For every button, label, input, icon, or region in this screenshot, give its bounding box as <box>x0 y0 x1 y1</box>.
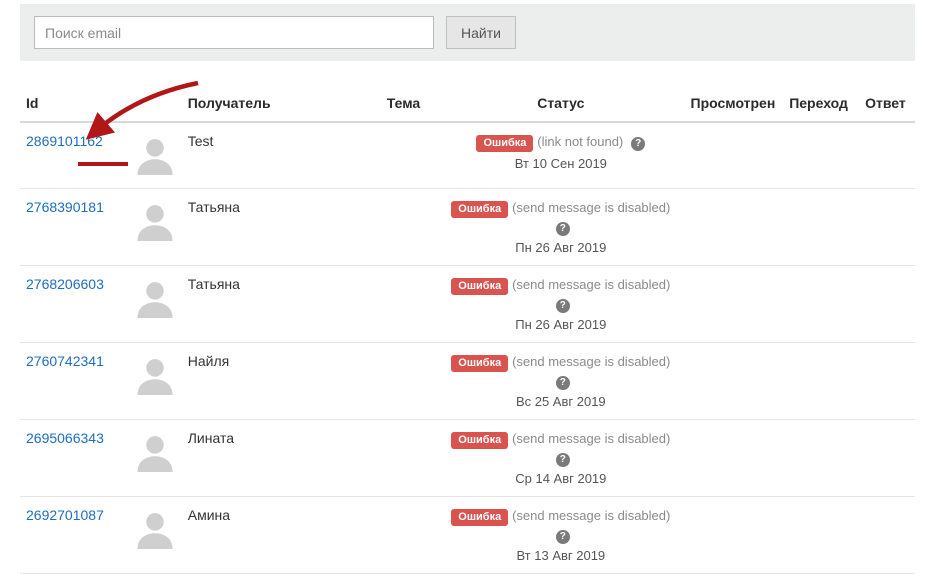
subject-cell <box>370 420 437 497</box>
reply-cell <box>856 266 915 343</box>
status-date: Вт 10 Сен 2019 <box>443 156 678 171</box>
status-badge: Ошибка <box>451 509 508 526</box>
col-viewed: Просмотрен <box>685 87 782 122</box>
status-note: (send message is disabled) <box>512 431 670 446</box>
id-link[interactable]: 2869101162 <box>26 133 103 149</box>
reply-cell <box>856 343 915 420</box>
help-icon[interactable]: ? <box>556 222 570 236</box>
table-row: 2768206603 Татьяна Ошибка (send message is… <box>20 266 915 343</box>
help-icon[interactable]: ? <box>631 137 645 151</box>
id-link[interactable]: 2760742341 <box>26 353 104 369</box>
status-badge: Ошибка <box>476 135 533 152</box>
col-avatar <box>128 87 182 122</box>
id-link[interactable]: 2692701087 <box>26 507 104 523</box>
viewed-cell <box>685 266 782 343</box>
status-note: (send message is disabled) <box>512 277 670 292</box>
recipient-name: Татьяна <box>182 266 370 343</box>
status-badge: Ошибка <box>451 278 508 295</box>
viewed-cell <box>685 497 782 574</box>
viewed-cell <box>685 420 782 497</box>
subject-cell <box>370 497 437 574</box>
recipient-name: Татьяна <box>182 189 370 266</box>
reply-cell <box>856 189 915 266</box>
status-note: (send message is disabled) <box>512 508 670 523</box>
help-icon[interactable]: ? <box>556 376 570 390</box>
viewed-cell <box>685 189 782 266</box>
col-status: Статус <box>437 87 684 122</box>
avatar-cell <box>128 189 182 266</box>
status-note: (send message is disabled) <box>512 200 670 215</box>
status-note: (send message is disabled) <box>512 354 670 369</box>
status-date: Пн 26 Авг 2019 <box>443 317 678 332</box>
status-date: Вт 13 Авг 2019 <box>443 548 678 563</box>
click-cell <box>781 266 856 343</box>
reply-cell <box>856 122 915 189</box>
subject-cell <box>370 189 437 266</box>
recipient-name: Найля <box>182 343 370 420</box>
col-click: Переход <box>781 87 856 122</box>
reply-cell <box>856 420 915 497</box>
status-badge: Ошибка <box>451 355 508 372</box>
click-cell <box>781 420 856 497</box>
help-icon[interactable]: ? <box>556 530 570 544</box>
search-input[interactable] <box>34 16 434 49</box>
avatar-cell <box>128 266 182 343</box>
table-row: 2695066343 Лината Ошибка (send message is … <box>20 420 915 497</box>
avatar-icon <box>134 353 176 395</box>
status-note: (link not found) <box>537 134 623 149</box>
status-cell: Ошибка (send message is disabled) ? Пн 26… <box>437 266 684 343</box>
status-date: Ср 14 Авг 2019 <box>443 471 678 486</box>
recipient-name: Лината <box>182 420 370 497</box>
table-row: 2692701087 Амина Ошибка (send message is d… <box>20 497 915 574</box>
avatar-icon <box>134 199 176 241</box>
help-icon[interactable]: ? <box>556 453 570 467</box>
id-link[interactable]: 2768390181 <box>26 199 104 215</box>
status-cell: Ошибка (send message is disabled) ? Вт 13… <box>437 497 684 574</box>
recipient-name: Test <box>182 122 370 189</box>
status-cell: Ошибка (send message is disabled) ? Пн 26… <box>437 189 684 266</box>
search-button[interactable]: Найти <box>446 16 516 49</box>
viewed-cell <box>685 122 782 189</box>
avatar-icon <box>134 430 176 472</box>
search-bar: Найти <box>20 4 915 61</box>
status-date: Пн 26 Авг 2019 <box>443 240 678 255</box>
click-cell <box>781 122 856 189</box>
status-cell: Ошибка (send message is disabled) ? Ср 14… <box>437 420 684 497</box>
col-reply: Ответ <box>856 87 915 122</box>
id-link[interactable]: 2695066343 <box>26 430 104 446</box>
status-date: Вс 25 Авг 2019 <box>443 394 678 409</box>
click-cell <box>781 343 856 420</box>
avatar-icon <box>134 133 176 175</box>
click-cell <box>781 189 856 266</box>
avatar-icon <box>134 507 176 549</box>
col-subject: Тема <box>370 87 437 122</box>
avatar-cell <box>128 343 182 420</box>
viewed-cell <box>685 343 782 420</box>
subject-cell <box>370 343 437 420</box>
reply-cell <box>856 497 915 574</box>
status-badge: Ошибка <box>451 201 508 218</box>
subject-cell <box>370 266 437 343</box>
table-row: 2760742341 Найля Ошибка (send message is d… <box>20 343 915 420</box>
status-cell: Ошибка (send message is disabled) ? Вс 25… <box>437 343 684 420</box>
avatar-cell <box>128 122 182 189</box>
help-icon[interactable]: ? <box>556 299 570 313</box>
table-row: 2768390181 Татьяна Ошибка (send message is… <box>20 189 915 266</box>
recipient-name: Амина <box>182 497 370 574</box>
col-recipient: Получатель <box>182 87 370 122</box>
subject-cell <box>370 122 437 189</box>
avatar-icon <box>134 276 176 318</box>
avatar-cell <box>128 420 182 497</box>
table-header-row: Id Получатель Тема Статус Просмотрен Пер… <box>20 87 915 122</box>
avatar-cell <box>128 497 182 574</box>
table-row: 2869101162 Test Ошибка (link not found) ? В… <box>20 122 915 189</box>
mail-table: Id Получатель Тема Статус Просмотрен Пер… <box>20 87 915 574</box>
click-cell <box>781 497 856 574</box>
status-badge: Ошибка <box>451 432 508 449</box>
col-id: Id <box>20 87 128 122</box>
id-link[interactable]: 2768206603 <box>26 276 104 292</box>
status-cell: Ошибка (link not found) ? Вт 10 Сен 2019 <box>437 122 684 189</box>
